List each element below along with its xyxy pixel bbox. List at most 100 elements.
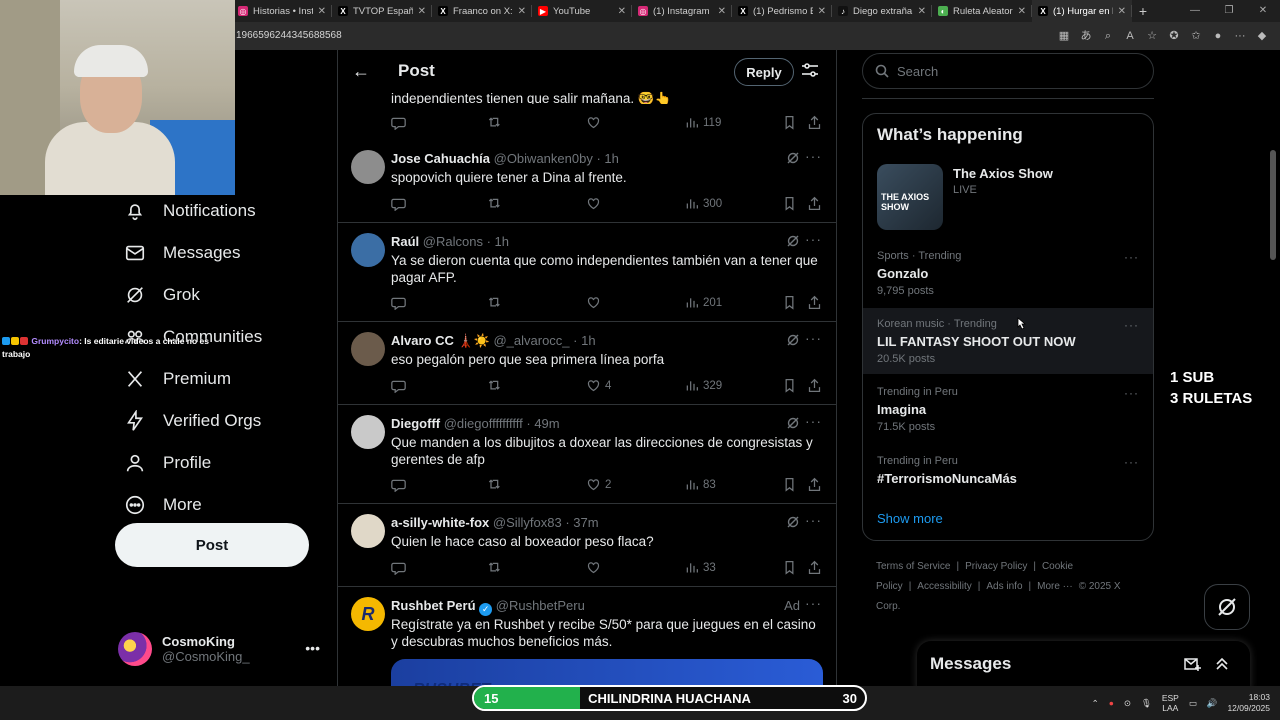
featured-name[interactable]: The Axios Show [953, 166, 1053, 181]
translate-icon[interactable]: あ [1078, 27, 1094, 45]
app-available-icon[interactable]: ▦ [1056, 27, 1072, 45]
views-count[interactable]: 201 [684, 295, 722, 310]
tweet[interactable]: Diegofff @diegoffffffffff · 49m ··· Que ma… [338, 405, 836, 504]
nav-verified-orgs[interactable]: Verified Orgs [115, 400, 330, 442]
reply-action[interactable] [391, 196, 406, 211]
browser-tab[interactable]: X (1) Pedrismo Ete ✕ [732, 0, 832, 22]
share-action[interactable] [807, 295, 822, 310]
repost-action[interactable] [486, 378, 501, 393]
tweet-time[interactable]: · 1h [596, 151, 618, 166]
copilot-icon[interactable]: ◆ [1254, 27, 1270, 45]
url-text[interactable]: 1966596244345688568 [236, 30, 342, 41]
browser-tab[interactable]: ◐ Ruleta Aleatoria ✕ [932, 0, 1032, 22]
browser-tab[interactable]: X TVTOP España o ✕ [332, 0, 432, 22]
browser-tab[interactable]: X (1) Hurgar en la ✕ [1032, 0, 1132, 22]
footer-link[interactable]: More ··· [1037, 581, 1073, 592]
trend-item[interactable]: Sports · Trending Gonzalo 9,795 posts ··· [863, 240, 1153, 306]
repost-action[interactable] [486, 295, 501, 310]
like-action[interactable] [586, 295, 605, 310]
post-button[interactable]: Post [115, 523, 309, 567]
favorite-star-icon[interactable]: ☆ [1144, 27, 1160, 45]
views-count[interactable]: 300 [684, 196, 722, 211]
tweet-more-icon[interactable]: ··· [805, 595, 822, 611]
tweet-author-name[interactable]: Raúl [391, 234, 419, 249]
account-switcher[interactable]: CosmoKing @CosmoKing_ ••• [118, 628, 328, 670]
back-arrow-icon[interactable]: ← [352, 61, 370, 82]
grok-icon[interactable] [786, 151, 800, 165]
nav-profile[interactable]: Profile [115, 442, 330, 484]
tweet-more-icon[interactable]: ··· [805, 512, 822, 528]
avatar[interactable] [351, 150, 385, 184]
avatar[interactable] [351, 233, 385, 267]
display-icon[interactable]: ▭ [1189, 698, 1197, 709]
like-action[interactable]: 2 [586, 477, 611, 492]
bookmark-action[interactable] [782, 115, 797, 130]
share-action[interactable] [807, 560, 822, 575]
profile-icon[interactable]: ● [1210, 27, 1226, 45]
microphone-icon[interactable]: 🎙 [1141, 698, 1152, 709]
nav-messages[interactable]: Messages [115, 232, 330, 274]
avatar[interactable] [351, 332, 385, 366]
footer-link[interactable]: Terms of Service [876, 561, 950, 572]
bookmark-action[interactable] [782, 295, 797, 310]
grok-icon[interactable] [786, 515, 800, 529]
browser-tab[interactable]: X Fraanco on X: "d ✕ [432, 0, 532, 22]
tweet-time[interactable]: · 1h [573, 333, 595, 348]
ad-banner-image[interactable]: RUSHBET [391, 659, 823, 686]
repost-action[interactable] [486, 477, 501, 492]
browser-menu-icon[interactable]: ··· [1232, 27, 1248, 45]
close-tab-icon[interactable]: ✕ [1018, 6, 1026, 17]
expand-up-icon[interactable] [1213, 655, 1231, 673]
browser-tab[interactable]: ♪ Diego extraña a ✕ [832, 0, 932, 22]
tray-chevron-icon[interactable]: ⌃ [1092, 698, 1099, 709]
sliders-icon[interactable] [800, 60, 820, 80]
grok-icon[interactable] [786, 416, 800, 430]
avatar[interactable] [351, 514, 385, 548]
page-scrollbar[interactable] [1269, 50, 1277, 686]
avatar[interactable]: R [351, 597, 385, 631]
close-tab-icon[interactable]: ✕ [518, 6, 526, 17]
scrollbar-thumb[interactable] [1270, 150, 1276, 260]
language-indicator[interactable]: ESP LAA [1162, 693, 1179, 713]
share-action[interactable] [807, 115, 822, 130]
tweet[interactable]: Jose Cahuachía @Obiwanken0by · 1h ··· spop… [338, 140, 836, 223]
reply-action[interactable] [391, 477, 406, 492]
trend-more-icon[interactable]: ··· [1124, 386, 1139, 400]
close-tab-icon[interactable]: ✕ [718, 6, 726, 17]
nav-premium[interactable]: Premium [115, 358, 330, 400]
like-action[interactable] [586, 115, 605, 130]
show-more-link[interactable]: Show more [877, 511, 943, 526]
tweet-time[interactable]: · 49m [526, 416, 559, 431]
read-aloud-icon[interactable]: A [1122, 27, 1138, 45]
trend-more-icon[interactable]: ··· [1124, 318, 1139, 332]
taskbar-clock[interactable]: 18:03 12/09/2025 [1227, 692, 1270, 714]
avatar[interactable] [351, 415, 385, 449]
close-tab-icon[interactable]: ✕ [918, 6, 926, 17]
tweet-more-icon[interactable]: ··· [805, 413, 822, 429]
share-action[interactable] [807, 196, 822, 211]
footer-link[interactable]: Privacy Policy [965, 561, 1027, 572]
tweet[interactable]: Alvaro CC 🗼☀️ @_alvarocc_ · 1h ··· eso peg… [338, 322, 836, 405]
tweet-author-name[interactable]: Rushbet Perú [391, 598, 476, 613]
footer-link[interactable]: Accessibility [917, 581, 971, 592]
tray-app-icon[interactable]: ● [1109, 698, 1114, 708]
close-tab-icon[interactable]: ✕ [618, 6, 626, 17]
volume-icon[interactable]: 🔊 [1207, 698, 1218, 709]
bookmark-action[interactable] [782, 477, 797, 492]
trend-more-icon[interactable]: ··· [1124, 250, 1139, 264]
bookmark-action[interactable] [782, 196, 797, 211]
views-count[interactable]: 329 [684, 378, 722, 393]
tweet-author-handle[interactable]: @diegoffffffffff [444, 416, 523, 431]
views-count[interactable]: 33 [684, 560, 716, 575]
repost-action[interactable] [486, 560, 501, 575]
search-input[interactable] [897, 63, 1127, 79]
nav-grok[interactable]: Grok [115, 274, 330, 316]
tweet-more-icon[interactable]: ··· [805, 231, 822, 247]
new-message-icon[interactable] [1183, 655, 1201, 673]
tweet-author-handle[interactable]: @_alvarocc_ [493, 333, 569, 348]
featured-thumbnail[interactable]: THE AXIOS SHOW [877, 164, 943, 230]
reply-action[interactable] [391, 378, 406, 393]
close-tab-icon[interactable]: ✕ [318, 6, 326, 17]
browser-tab[interactable]: ▶ YouTube ✕ [532, 0, 632, 22]
close-window-button[interactable]: ✕ [1246, 0, 1280, 22]
